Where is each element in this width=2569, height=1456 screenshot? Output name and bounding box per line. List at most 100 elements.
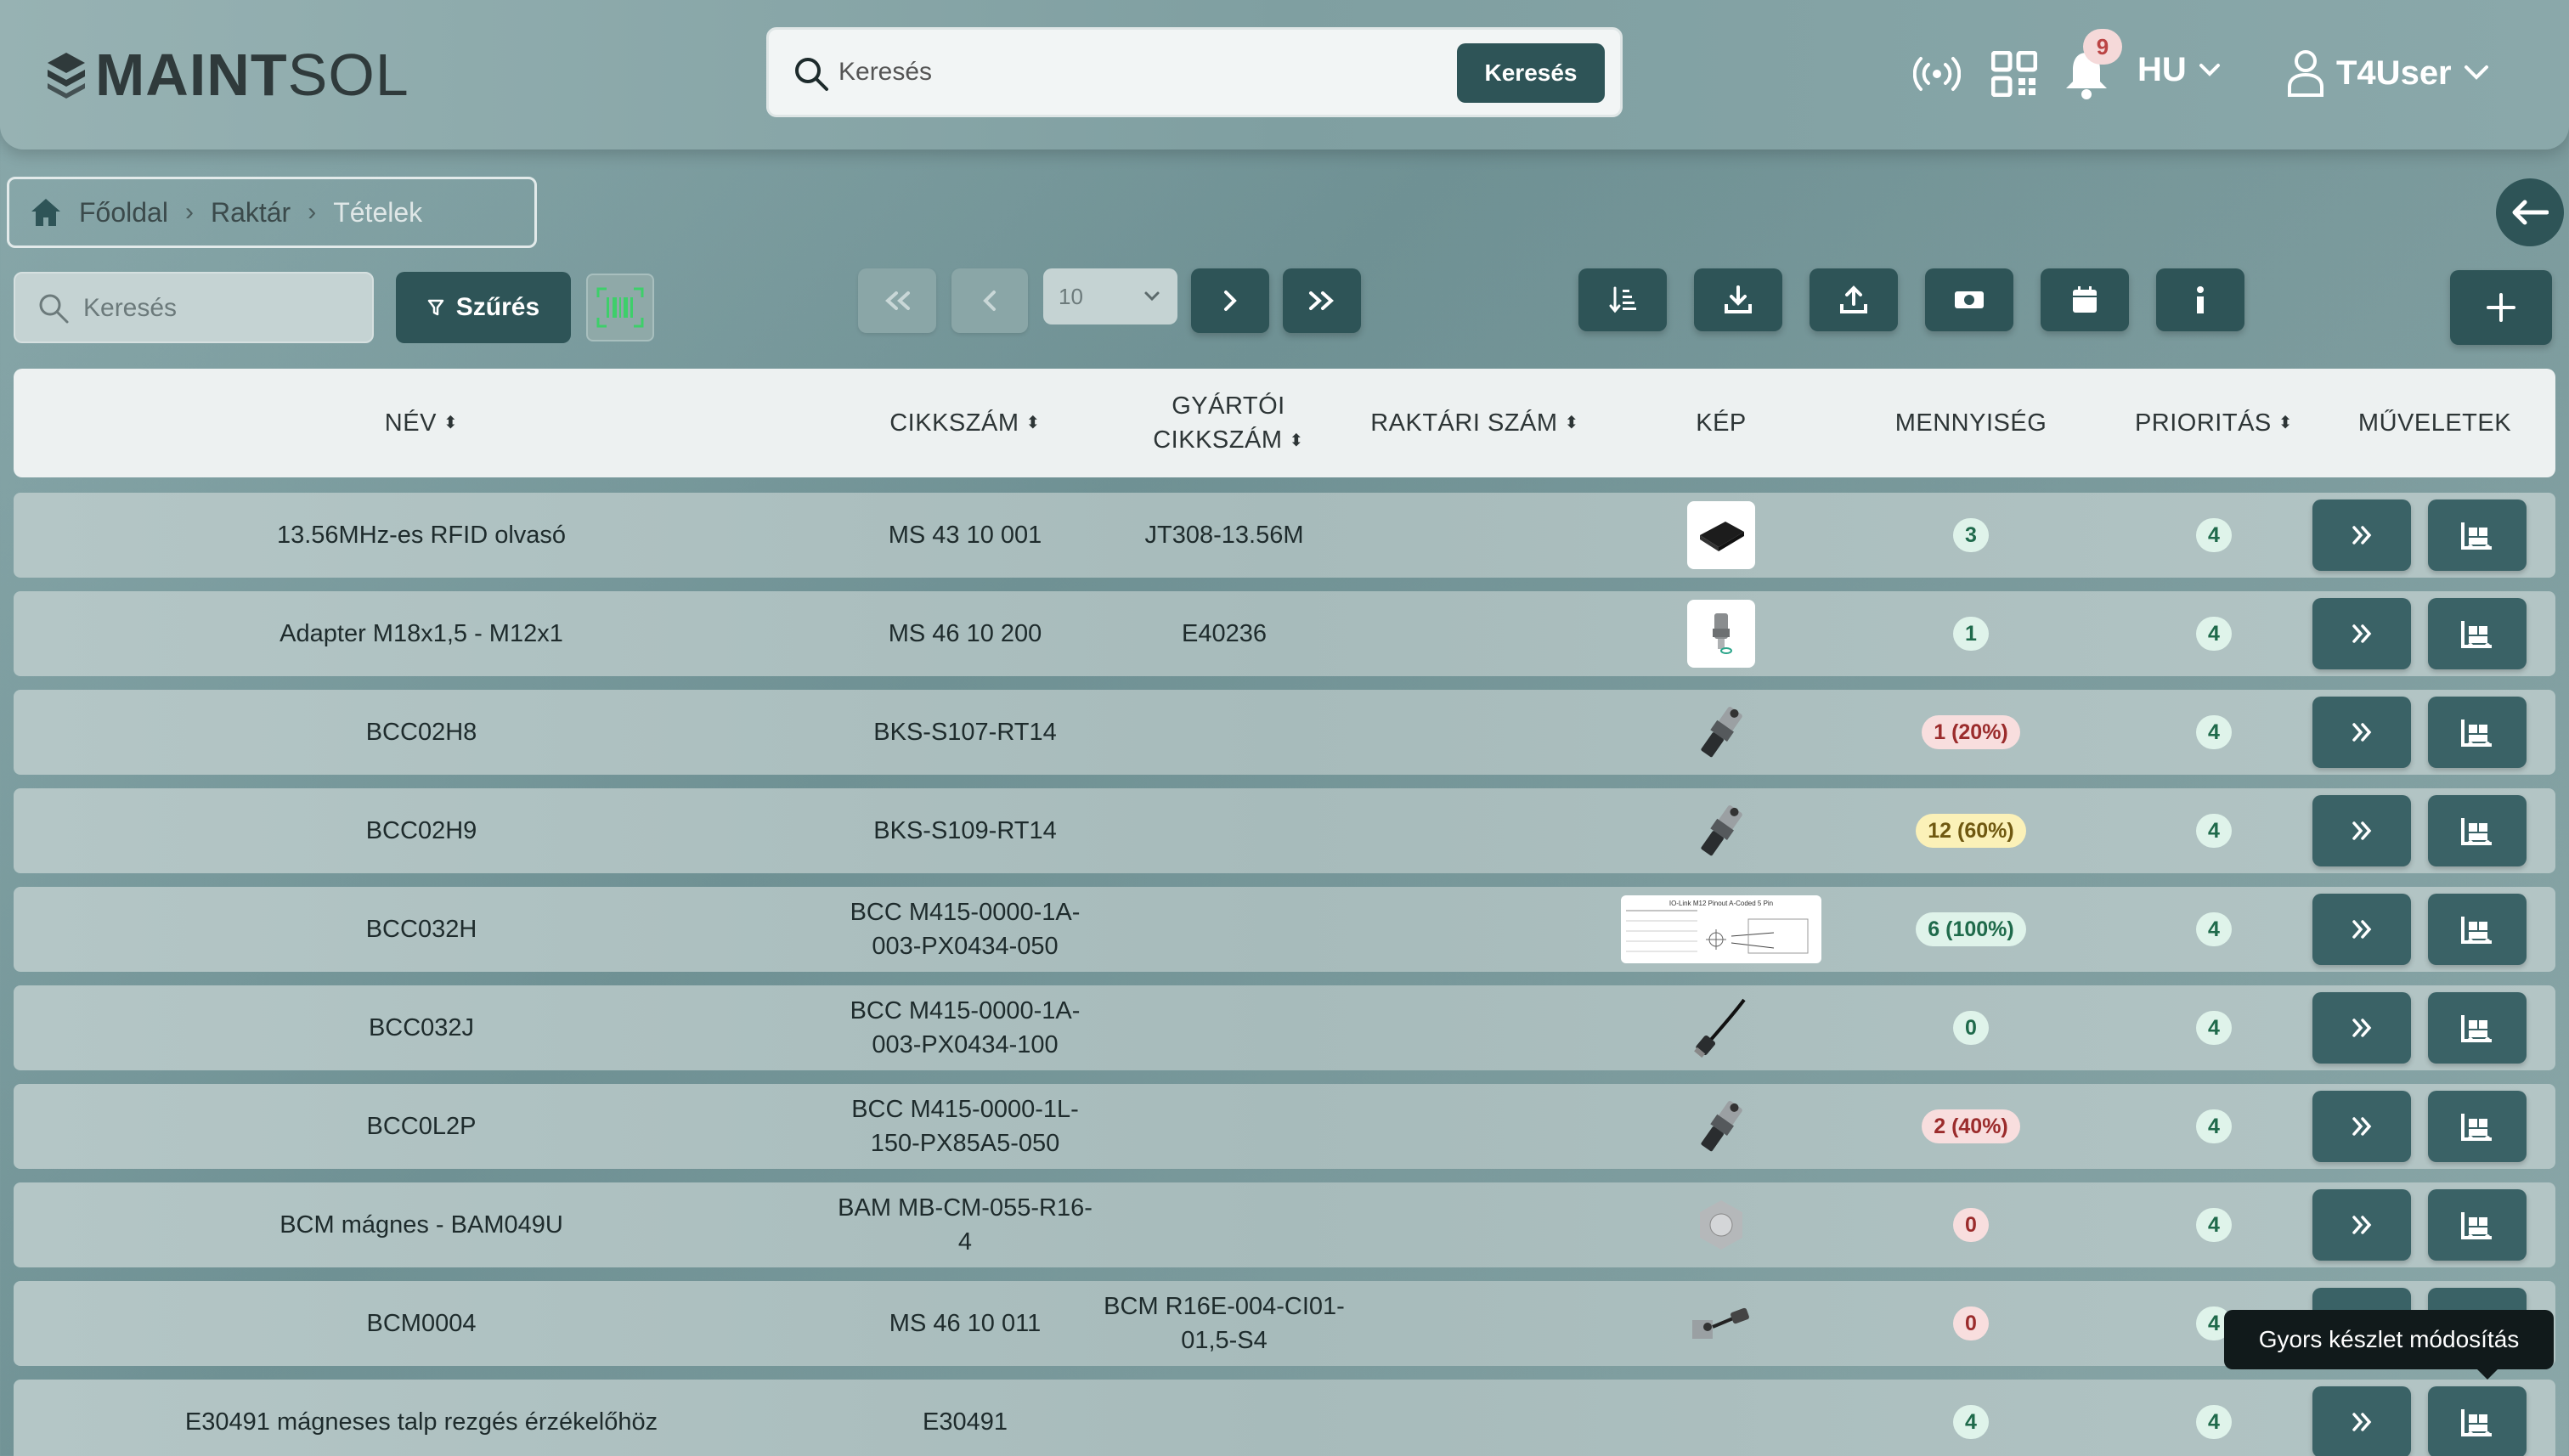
quick-stock-edit-button[interactable] (2428, 1386, 2527, 1456)
cell-image (1607, 591, 1835, 676)
home-icon[interactable] (30, 197, 62, 228)
open-item-button[interactable] (2312, 1386, 2411, 1456)
priority-badge: 4 (2196, 814, 2232, 848)
open-item-button[interactable] (2312, 1189, 2411, 1261)
back-button[interactable] (2496, 178, 2564, 246)
add-item-button[interactable] (2450, 270, 2552, 345)
quick-stock-edit-button[interactable] (2428, 598, 2527, 669)
table-search-input[interactable] (83, 287, 355, 330)
cell-article: BAM MB-CM-055-R16-4 (838, 1194, 1093, 1256)
magnet-image[interactable] (1687, 1191, 1755, 1259)
rfid-reader-image[interactable] (1687, 501, 1755, 569)
cell-image (1607, 985, 1835, 1070)
quick-stock-edit-button[interactable] (2428, 992, 2527, 1064)
logo[interactable]: MAINTSOL (44, 41, 409, 109)
language-selector[interactable]: HU (2137, 51, 2221, 89)
cell-name: 13.56MHz-es RFID olvasó (276, 522, 567, 549)
chevron-right-icon (1224, 291, 1237, 311)
user-icon (2288, 50, 2323, 97)
quick-stock-edit-button[interactable] (2428, 697, 2527, 768)
cell-quantity: 0 (1843, 985, 2098, 1070)
cable-image[interactable] (1687, 994, 1755, 1062)
filter-button[interactable]: Szűrés (396, 272, 571, 343)
table-row[interactable]: 13.56MHz-es RFID olvasó MS 43 10 001 JT308… (14, 493, 2555, 578)
priority-badge: 4 (2196, 518, 2232, 552)
cell-priority: 4 (2086, 690, 2341, 775)
cell-image (1607, 690, 1835, 775)
quick-stock-edit-button[interactable] (2428, 1189, 2527, 1261)
next-page-button[interactable] (1191, 268, 1269, 333)
table-row[interactable]: BCC02H9 BKS-S109-RT14 12 (60%) 4 (14, 788, 2555, 873)
table-row[interactable]: BCC02H8 BKS-S107-RT14 1 (20%) 4 (14, 690, 2555, 775)
open-item-button[interactable] (2312, 697, 2411, 768)
qr-code-icon[interactable] (1991, 51, 2037, 97)
cell-stock-number (1356, 493, 1602, 578)
table-row[interactable]: BCC0L2P BCC M415-0000-1L-150-PX85A5-050 2 … (14, 1084, 2555, 1169)
rfid-signal-icon[interactable] (1913, 54, 1961, 93)
open-item-button[interactable] (2312, 499, 2411, 571)
table-row[interactable]: BCC032H BCC M415-0000-1A-003-PX0434-050 IO… (14, 887, 2555, 972)
column-priority[interactable]: PRIORITÁS ⬍ (2086, 369, 2341, 477)
column-article[interactable]: CIKKSZÁM ⬍ (829, 369, 1101, 477)
quick-stock-edit-button[interactable] (2428, 1091, 2527, 1162)
first-page-button[interactable] (858, 268, 936, 333)
sort-button[interactable] (1578, 268, 1667, 331)
table-row[interactable]: E30491 mágneses talp rezgés érzékelőhöz E… (14, 1380, 2555, 1456)
quick-stock-edit-button[interactable] (2428, 894, 2527, 965)
sensor-image[interactable] (1687, 1290, 1755, 1357)
cash-button[interactable] (1925, 268, 2013, 331)
column-actions: MŰVELETEK (2357, 409, 2512, 437)
double-chevron-left-icon (885, 291, 910, 310)
svg-text:IO-Link M12 Pinout A-Coded 5 P: IO-Link M12 Pinout A-Coded 5 Pin (1669, 900, 1773, 907)
user-menu[interactable]: T4User (2287, 49, 2489, 97)
column-stock-number[interactable]: RAKTÁRI SZÁM ⬍ (1347, 369, 1602, 477)
cell-mfr-article (1093, 690, 1356, 775)
quantity-badge: 0 (1953, 1208, 1989, 1242)
page-size-select[interactable]: 10 (1043, 268, 1177, 324)
cell-image (1607, 1281, 1835, 1366)
open-item-button[interactable] (2312, 1091, 2411, 1162)
quick-stock-edit-button[interactable] (2428, 499, 2527, 571)
download-button[interactable] (1694, 268, 1782, 331)
open-item-button[interactable] (2312, 795, 2411, 866)
table-row[interactable]: BCM0004 MS 46 10 011 BCM R16E-004-CI01-01,… (14, 1281, 2555, 1366)
datasheet-image[interactable]: IO-Link M12 Pinout A-Coded 5 Pin (1621, 895, 1821, 963)
open-item-button[interactable] (2312, 598, 2411, 669)
connector-image[interactable] (1687, 1092, 1755, 1160)
open-item-button[interactable] (2312, 992, 2411, 1064)
table-row[interactable]: Adapter M18x1,5 - M12x1 MS 46 10 200 E4023… (14, 591, 2555, 676)
cell-mfr-article (1093, 985, 1356, 1070)
cell-quantity: 3 (1843, 493, 2098, 578)
cell-quantity: 0 (1843, 1182, 2098, 1267)
column-mfr-article[interactable]: GYÁRTÓI CIKKSZÁM ⬍ (1084, 369, 1373, 477)
column-name[interactable]: NÉV ⬍ (14, 369, 829, 477)
double-chevron-right-icon (1309, 291, 1334, 310)
breadcrumb-warehouse[interactable]: Raktár (211, 197, 291, 229)
upload-button[interactable] (1810, 268, 1898, 331)
column-quantity: MENNYISÉG (1894, 409, 2047, 437)
barcode-scan-button[interactable] (586, 274, 654, 341)
prev-page-button[interactable] (951, 268, 1028, 333)
table-search (14, 272, 374, 343)
global-search-input[interactable] (838, 47, 1365, 98)
connector-image[interactable] (1687, 797, 1755, 865)
page-size-value: 10 (1059, 283, 1083, 309)
double-chevron-right-icon (2352, 1216, 2372, 1234)
quick-stock-edit-button[interactable] (2428, 795, 2527, 866)
breadcrumb-home[interactable]: Főoldal (79, 197, 168, 229)
adapter-image[interactable] (1687, 600, 1755, 668)
last-page-button[interactable] (1283, 268, 1361, 333)
info-button[interactable] (2156, 268, 2244, 331)
inventory-edit-icon (2461, 1212, 2492, 1239)
column-image: KÉP (1696, 409, 1747, 437)
double-chevron-right-icon (2352, 723, 2372, 742)
global-search-button[interactable]: Keresés (1457, 43, 1605, 103)
cell-article: BCC M415-0000-1A-003-PX0434-100 (850, 997, 1081, 1058)
connector-image[interactable] (1687, 698, 1755, 766)
table-header: NÉV ⬍ CIKKSZÁM ⬍ GYÁRTÓI CIKKSZÁM ⬍ RAKTÁRI… (14, 369, 2555, 477)
calendar-button[interactable] (2041, 268, 2129, 331)
cell-mfr-article (1093, 887, 1356, 972)
open-item-button[interactable] (2312, 894, 2411, 965)
table-row[interactable]: BCC032J BCC M415-0000-1A-003-PX0434-100 0 4 (14, 985, 2555, 1070)
table-row[interactable]: BCM mágnes - BAM049U BAM MB-CM-055-R16-4 0… (14, 1182, 2555, 1267)
